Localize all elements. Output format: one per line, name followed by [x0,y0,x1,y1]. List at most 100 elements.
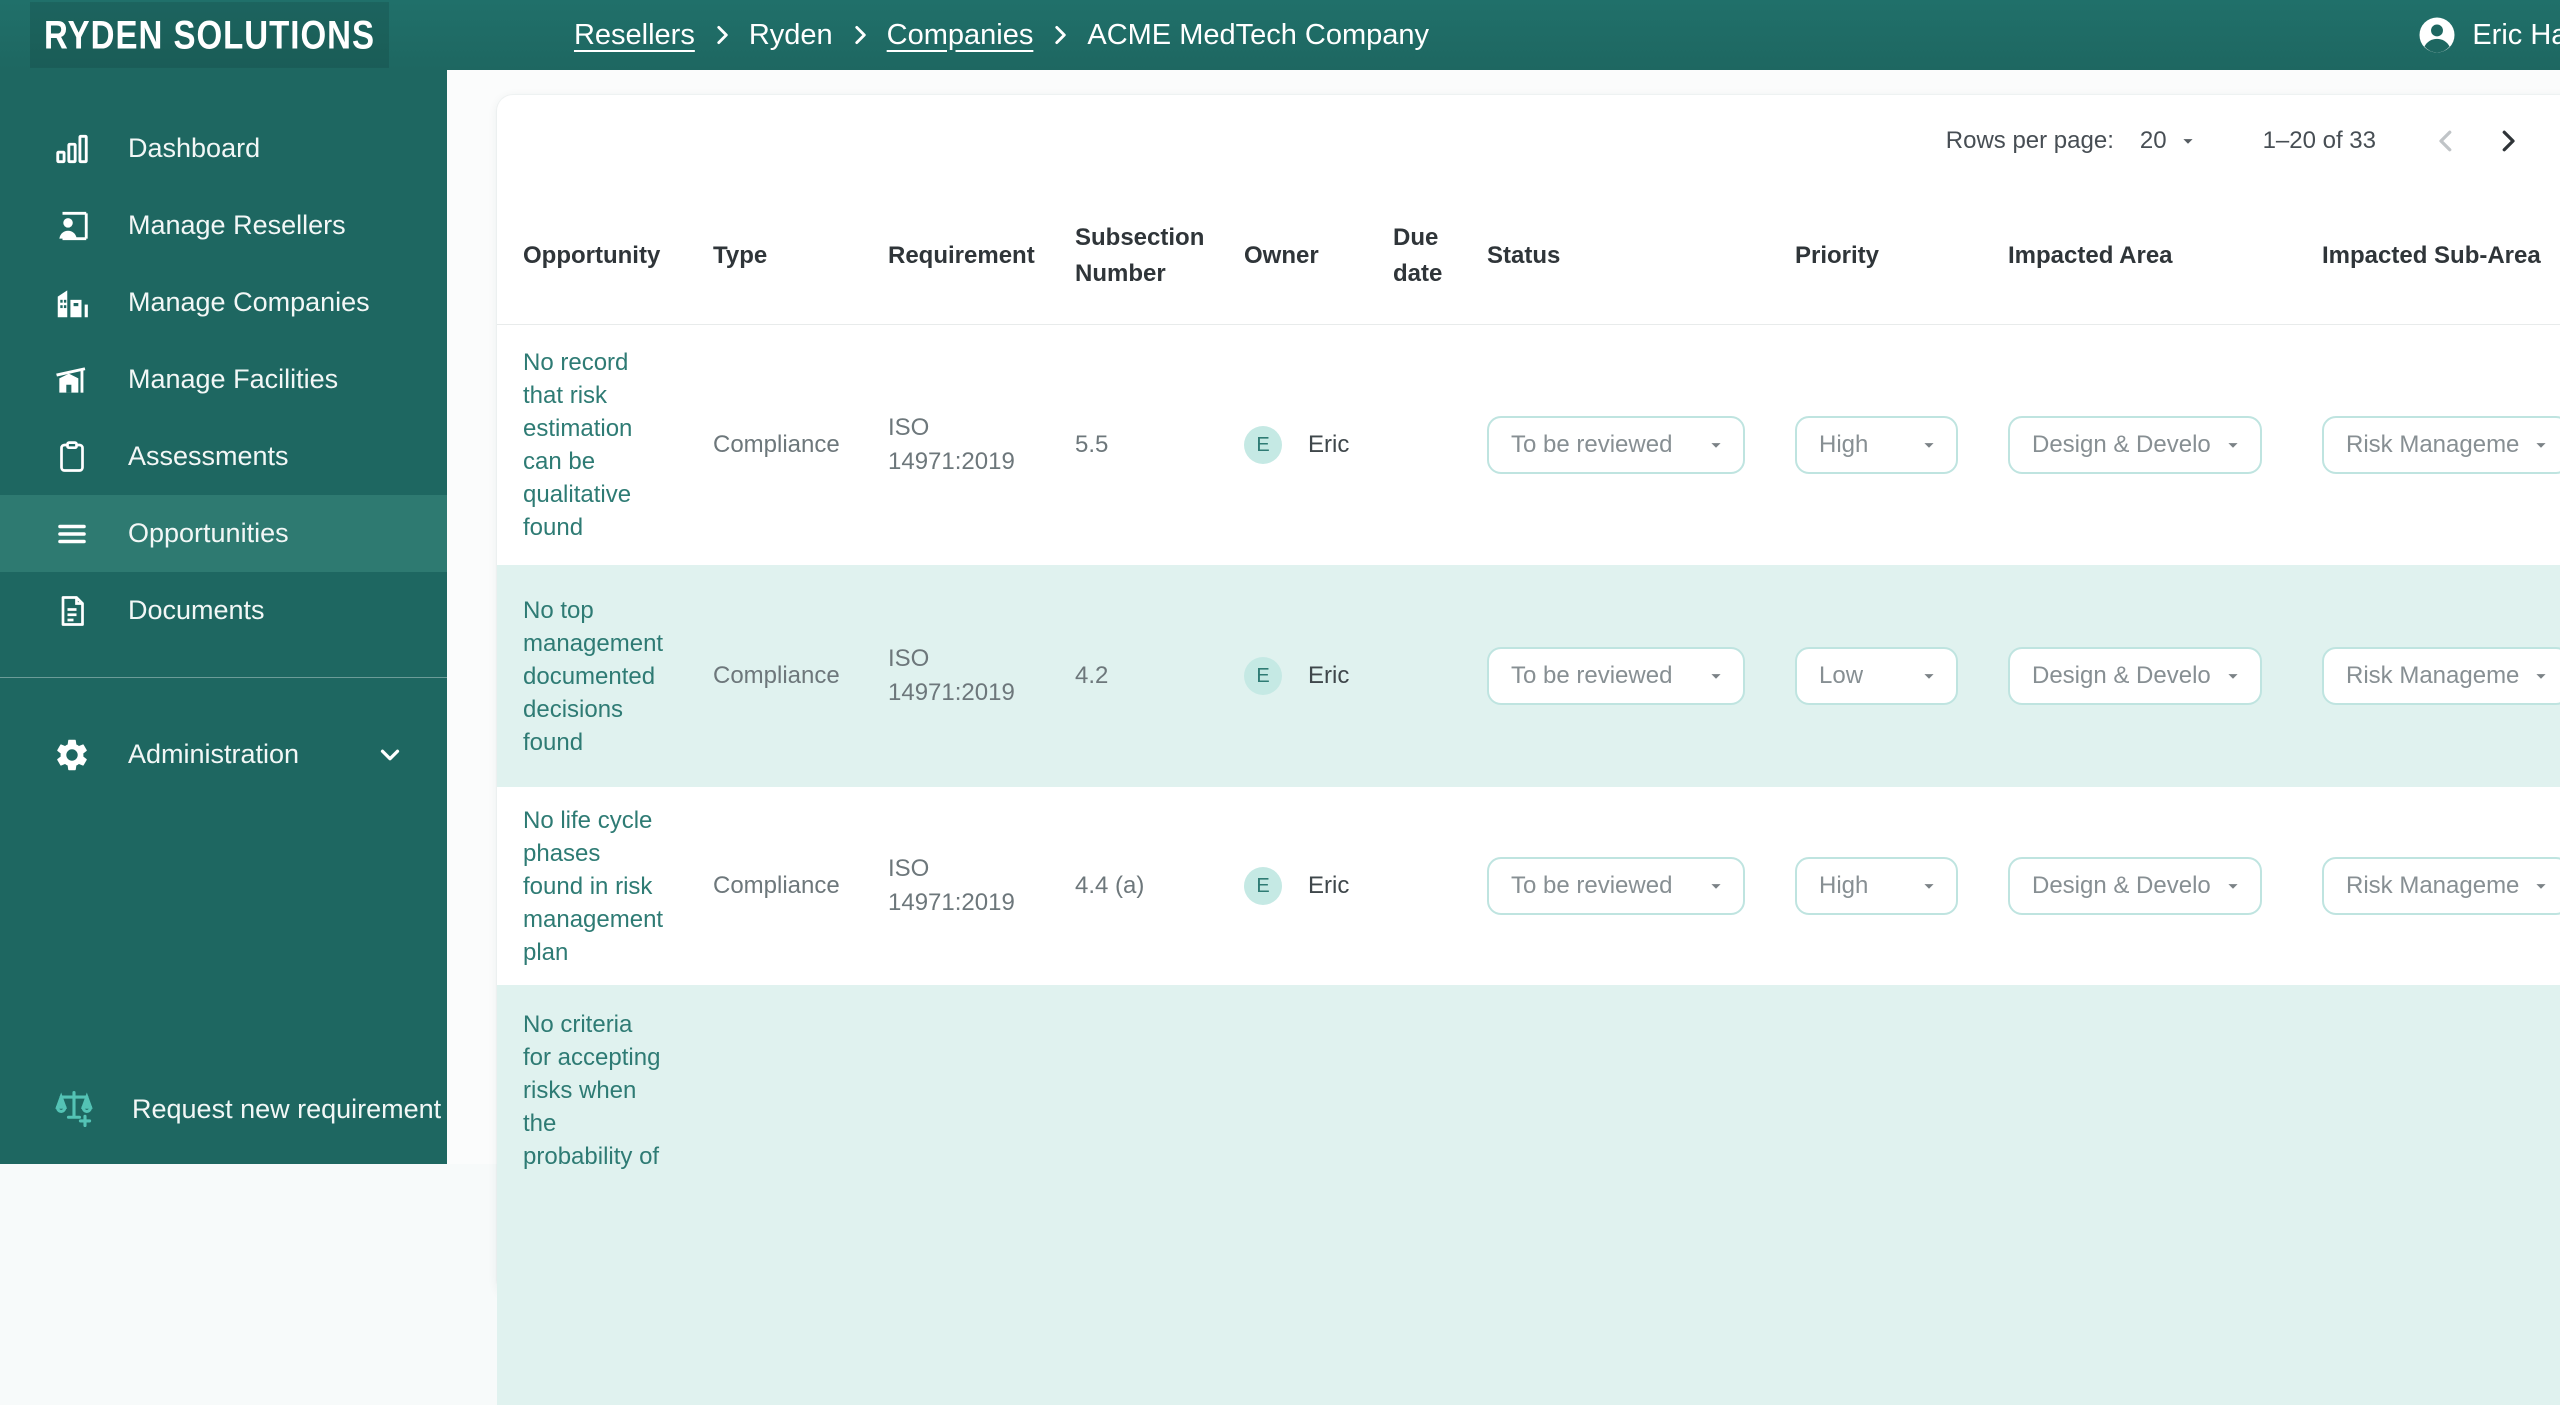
caret-down-icon [2530,665,2552,687]
building-icon [52,283,92,323]
breadcrumb-companies[interactable]: Companies [887,19,1034,52]
chevron-right-icon [2493,126,2523,156]
owner-cell: E Eric [1244,657,1393,695]
column-header-requirement[interactable]: Requirement [888,238,1075,274]
sidebar-item-manage-resellers[interactable]: Manage Resellers [0,187,447,264]
impacted-sub-area-dropdown[interactable]: Risk Manageme... [2322,647,2560,705]
facility-icon [52,360,92,400]
table-row[interactable]: No life cycle phases found in risk manag… [497,787,2560,985]
table-row[interactable]: No record that risk estimation can be qu… [497,325,2560,565]
column-header-type[interactable]: Type [713,238,888,274]
previous-page-button[interactable] [2424,119,2468,163]
user-menu[interactable]: Eric Hani [2416,0,2560,70]
rows-per-page-value: 20 [2140,127,2167,155]
scales-plus-icon [52,1087,96,1131]
caret-down-icon [2177,130,2199,152]
requirement-cell: ISO 14971:2019 [888,852,1038,920]
type-cell: Compliance [713,869,888,903]
column-header-subsection-number[interactable]: Subsection Number [1075,220,1244,292]
account-circle-icon [2416,14,2458,56]
caret-down-icon [2530,875,2552,897]
opportunities-table-card: Rows per page: 20 1–20 of 33 Opportunity… [497,95,2560,1295]
sidebar-item-label: Assessments [128,441,289,472]
bar-chart-icon [52,129,92,169]
sidebar-item-manage-companies[interactable]: Manage Companies [0,264,447,341]
chevron-left-icon [2431,126,2461,156]
chevron-right-icon [709,22,735,48]
impacted-sub-area-dropdown[interactable]: Risk Manageme... [2322,857,2560,915]
sidebar-footer-label: Request new requirement [132,1094,441,1125]
owner-name: Eric [1308,659,1349,693]
subsection-cell: 4.4 (a) [1075,869,1244,903]
table-row[interactable]: No top management documented decisions f… [497,565,2560,787]
priority-dropdown[interactable]: High [1795,416,1958,474]
column-header-owner[interactable]: Owner [1244,238,1393,274]
requirement-cell: ISO 14971:2019 [888,411,1038,479]
sidebar-item-assessments[interactable]: Assessments [0,418,447,495]
sidebar-item-documents[interactable]: Documents [0,572,447,649]
sidebar-item-label: Manage Facilities [128,364,338,395]
pagination-bar: Rows per page: 20 1–20 of 33 [497,95,2560,187]
impacted-area-dropdown[interactable]: Design & Develo... [2008,857,2262,915]
list-icon [52,514,92,554]
request-new-requirement-button[interactable]: Request new requirement [0,1054,447,1164]
status-dropdown[interactable]: To be reviewed [1487,857,1745,915]
sidebar-item-manage-facilities[interactable]: Manage Facilities [0,341,447,418]
pagination-range: 1–20 of 33 [2263,127,2376,155]
breadcrumb-current-company: ACME MedTech Company [1087,19,1429,52]
caret-down-icon [1705,875,1727,897]
rows-per-page-select[interactable]: 20 [2140,127,2199,155]
status-dropdown[interactable]: To be reviewed [1487,416,1745,474]
brand-logo[interactable]: RYDEN SOLUTIONS [30,2,389,68]
sidebar-item-opportunities[interactable]: Opportunities [0,495,447,572]
next-page-button[interactable] [2486,119,2530,163]
column-header-opportunity[interactable]: Opportunity [523,238,713,274]
caret-down-icon [1705,665,1727,687]
opportunity-link[interactable]: No criteria for accepting risks when the… [523,985,685,1173]
impacted-area-dropdown[interactable]: Design & Develo... [2008,647,2262,705]
owner-cell: E Eric [1244,426,1393,464]
sidebar-item-label: Manage Companies [128,287,370,318]
priority-dropdown[interactable]: High [1795,857,1958,915]
impacted-sub-area-dropdown[interactable]: Risk Manageme... [2322,416,2560,474]
caret-down-icon [1918,665,1940,687]
owner-name: Eric [1308,869,1349,903]
rows-per-page-label: Rows per page: [1946,127,2114,155]
sidebar-menu: Dashboard Manage Resellers [0,70,447,649]
breadcrumb-resellers[interactable]: Resellers [574,19,695,52]
opportunity-link[interactable]: No life cycle phases found in risk manag… [523,804,685,969]
type-cell: Compliance [713,659,888,693]
top-bar: RYDEN SOLUTIONS Resellers Ryden Companie… [0,0,2560,70]
sidebar-item-label: Documents [128,595,265,626]
main-content: Rows per page: 20 1–20 of 33 Opportunity… [447,70,2560,1164]
sidebar-item-administration[interactable]: Administration [0,716,447,793]
column-header-impacted-sub-area[interactable]: Impacted Sub-Area [2322,238,2560,274]
caret-down-icon [2222,875,2244,897]
impacted-area-dropdown[interactable]: Design & Develo... [2008,416,2262,474]
column-header-priority[interactable]: Priority [1795,238,2008,274]
caret-down-icon [2530,434,2552,456]
status-dropdown[interactable]: To be reviewed [1487,647,1745,705]
owner-avatar: E [1244,867,1282,905]
column-header-impacted-area[interactable]: Impacted Area [2008,238,2322,274]
owner-avatar: E [1244,657,1282,695]
chevron-right-icon [847,22,873,48]
chevron-down-icon [375,740,405,770]
table-row[interactable]: No criteria for accepting risks when the… [497,985,2560,1405]
caret-down-icon [2222,434,2244,456]
column-header-status[interactable]: Status [1487,238,1795,274]
sidebar-item-dashboard[interactable]: Dashboard [0,110,447,187]
table-header-row: Opportunity Type Requirement Subsection … [497,187,2560,325]
user-name: Eric Hani [2472,19,2560,52]
sidebar-item-label: Administration [128,739,299,770]
opportunity-link[interactable]: No top management documented decisions f… [523,594,685,759]
breadcrumb: Resellers Ryden Companies ACME MedTech C… [574,19,1429,52]
column-header-due-date[interactable]: Due date [1393,220,1487,292]
gear-icon [52,735,92,775]
sidebar-item-label: Dashboard [128,133,260,164]
sidebar: Dashboard Manage Resellers [0,70,447,1164]
requirement-cell: ISO 14971:2019 [888,642,1038,710]
opportunity-link[interactable]: No record that risk estimation can be qu… [523,346,685,544]
priority-dropdown[interactable]: Low [1795,647,1958,705]
type-cell: Compliance [713,428,888,462]
